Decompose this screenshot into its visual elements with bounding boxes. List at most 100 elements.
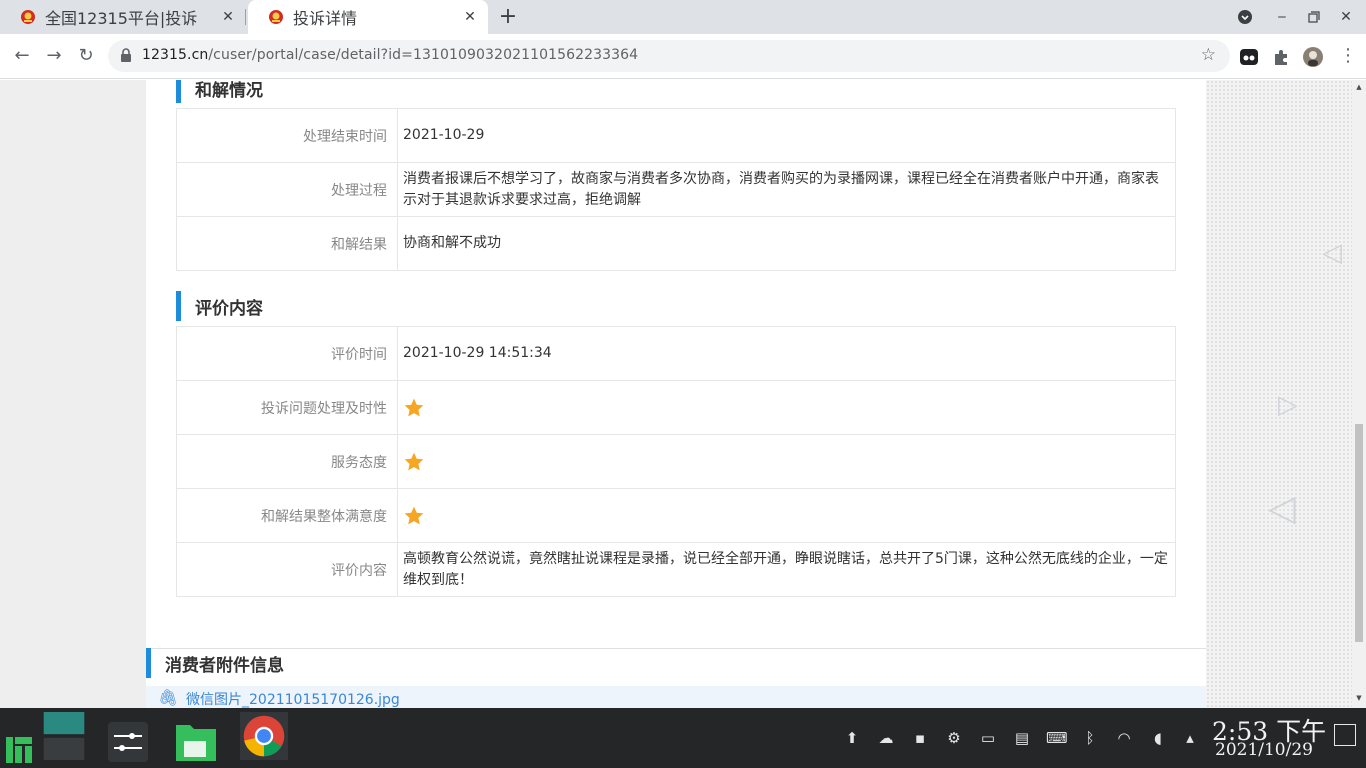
attachment-item[interactable]: 🖇 微信图片_20211015170126.jpg: [146, 686, 1206, 708]
page-scrollbar[interactable]: ▲ ▼: [1352, 80, 1366, 708]
network-tool-icon[interactable]: ⚙: [944, 728, 964, 748]
extension-icon[interactable]: [1238, 46, 1260, 68]
row-label: 处理结束时间: [176, 108, 398, 163]
menu-icon[interactable]: ⋮: [1336, 44, 1360, 68]
table-row: 和解结果 协商和解不成功: [176, 216, 1176, 271]
evaluation-time: 2021-10-29 14:51:34: [397, 326, 1176, 381]
settings-icon[interactable]: [108, 718, 148, 766]
taskbar: ⬆ ☁ ▪ ⚙ ▭ ▤ ⌨ ᛒ ◠ ◖ ▴: [0, 708, 1366, 768]
attachments-title: 消费者附件信息: [146, 648, 284, 678]
paperclip-icon: 🖇: [158, 688, 179, 707]
row-label: 评价时间: [176, 326, 398, 381]
tab-title: 投诉详情: [293, 9, 358, 28]
table-row: 评价内容 高顿教育公然说谎，竟然瞎扯说课程是录播，说已经全部开通，睁眼说瞎话，总…: [176, 542, 1176, 597]
divider: [146, 648, 1206, 649]
section-title-text: 和解情况: [195, 80, 263, 101]
evaluation-title: 评价内容: [176, 291, 263, 321]
reconciliation-title: 和解情况: [176, 80, 263, 103]
tab-complaint-detail[interactable]: 投诉详情 ✕: [248, 0, 488, 34]
restore-icon[interactable]: [1308, 11, 1320, 23]
weather-icon[interactable]: ☁: [876, 728, 896, 748]
update-icon[interactable]: ⬆: [842, 728, 862, 748]
forward-icon[interactable]: →: [42, 44, 66, 68]
row-label: 投诉问题处理及时性: [176, 380, 398, 435]
rating-stars: [397, 488, 1176, 543]
emblem-icon: [21, 10, 35, 24]
browser-toolbar: ← → ↻ 12315.cn/cuser/portal/case/detail?…: [0, 34, 1366, 79]
tab-title: 全国12315平台|投诉: [45, 9, 198, 28]
row-label: 和解结果整体满意度: [176, 488, 398, 543]
scrollbar-thumb[interactable]: [1355, 424, 1363, 642]
chrome-icon[interactable]: [238, 712, 290, 760]
triangle-deco-icon: ◁: [1322, 238, 1342, 268]
table-row: 评价时间 2021-10-29 14:51:34: [176, 326, 1176, 381]
reload-icon[interactable]: ↻: [74, 44, 98, 68]
title-accent-bar: [176, 80, 181, 103]
close-icon[interactable]: ✕: [462, 9, 478, 25]
address-bar[interactable]: 12315.cn/cuser/portal/case/detail?id=131…: [108, 40, 1230, 72]
scroll-down-icon[interactable]: ▼: [1355, 694, 1363, 702]
minimize-icon[interactable]: ‒: [1272, 8, 1292, 26]
star-icon: [404, 398, 424, 416]
rating-stars: [397, 380, 1176, 435]
url-path: /cuser/portal/case/detail?id=13101090320…: [208, 47, 639, 63]
tab-search-icon[interactable]: [1237, 9, 1253, 25]
reconciliation-table: 处理结束时间 2021-10-29 处理过程 消费者报课后不想学习了，故商家与消…: [176, 108, 1176, 271]
row-label: 处理过程: [176, 162, 398, 217]
bluetooth-icon[interactable]: ᛒ: [1080, 728, 1100, 748]
keyboard-icon[interactable]: ⌨: [1046, 728, 1068, 748]
tab-12315-complaint[interactable]: 全国12315平台|投诉 ✕: [0, 0, 246, 34]
tab-separator: [245, 9, 246, 25]
title-accent-bar: [176, 291, 181, 321]
row-value: 协商和解不成功: [397, 216, 1176, 271]
rating-stars: [397, 434, 1176, 489]
page-background-left: [0, 80, 146, 708]
title-accent-bar: [146, 648, 151, 678]
window-close-icon[interactable]: ✕: [1336, 8, 1356, 26]
table-row: 和解结果整体满意度: [176, 488, 1176, 543]
tab-strip: 全国12315平台|投诉 ✕ 投诉详情 ✕ + ‒ ✕: [0, 0, 1366, 34]
file-manager-icon[interactable]: [174, 718, 218, 766]
star-icon: [404, 506, 424, 524]
profile-avatar[interactable]: [1302, 46, 1324, 68]
star-icon: [404, 452, 424, 470]
puzzle-icon[interactable]: [1270, 46, 1292, 68]
wifi-icon[interactable]: ◠: [1114, 728, 1134, 748]
url-host: 12315.cn: [142, 47, 209, 63]
lock-icon[interactable]: [120, 48, 132, 63]
evaluation-table: 评价时间 2021-10-29 14:51:34 投诉问题处理及时性 服务态度 …: [176, 326, 1176, 597]
evaluation-content: 高顿教育公然说谎，竟然瞎扯说课程是录播，说已经全部开通，睁眼说瞎话，总共开了5门…: [397, 542, 1176, 597]
triangle-deco-icon: ◁: [1268, 488, 1296, 529]
row-label: 和解结果: [176, 216, 398, 271]
table-row: 服务态度: [176, 434, 1176, 489]
section-title-text: 评价内容: [195, 298, 263, 319]
volume-icon[interactable]: ◖: [1148, 728, 1168, 748]
monitor-icon[interactable]: ▪: [910, 728, 930, 748]
close-icon[interactable]: ✕: [220, 9, 236, 25]
scroll-up-icon[interactable]: ▲: [1355, 83, 1363, 91]
page-viewport: ◁ ▷ ◁ 和解情况 处理结束时间 2021-10-29 处理过程 消费者报课后…: [0, 80, 1366, 708]
clipboard-icon[interactable]: ▤: [1012, 728, 1032, 748]
manjaro-icon[interactable]: [6, 726, 32, 768]
back-icon[interactable]: ←: [10, 44, 34, 68]
table-row: 投诉问题处理及时性: [176, 380, 1176, 435]
table-row: 处理过程 消费者报课后不想学习了，故商家与消费者多次协商，消费者购买的为录播网课…: [176, 162, 1176, 217]
attachment-link[interactable]: 微信图片_20211015170126.jpg: [186, 689, 400, 708]
url-text[interactable]: 12315.cn/cuser/portal/case/detail?id=131…: [142, 47, 638, 63]
bookmark-star-icon[interactable]: ☆: [1201, 45, 1216, 65]
row-value: 2021-10-29: [397, 108, 1176, 163]
row-value: 消费者报课后不想学习了，故商家与消费者多次协商，消费者购买的为录播网课，课程已经…: [397, 162, 1176, 217]
emblem-icon: [269, 10, 283, 24]
workspace-switcher-icon[interactable]: [42, 712, 86, 760]
show-desktop-button[interactable]: [1334, 724, 1356, 746]
new-tab-button[interactable]: +: [498, 6, 518, 28]
triangle-deco-icon: ▷: [1278, 390, 1298, 420]
table-row: 处理结束时间 2021-10-29: [176, 108, 1176, 163]
row-label: 服务态度: [176, 434, 398, 489]
clock-date[interactable]: 2021/10/29: [1215, 740, 1313, 760]
section-title-text: 消费者附件信息: [165, 655, 284, 676]
detail-card: 和解情况 处理结束时间 2021-10-29 处理过程 消费者报课后不想学习了，…: [146, 80, 1206, 648]
row-label: 评价内容: [176, 542, 398, 597]
terminal-icon[interactable]: ▭: [978, 728, 998, 748]
tray-expand-icon[interactable]: ▴: [1180, 728, 1200, 748]
